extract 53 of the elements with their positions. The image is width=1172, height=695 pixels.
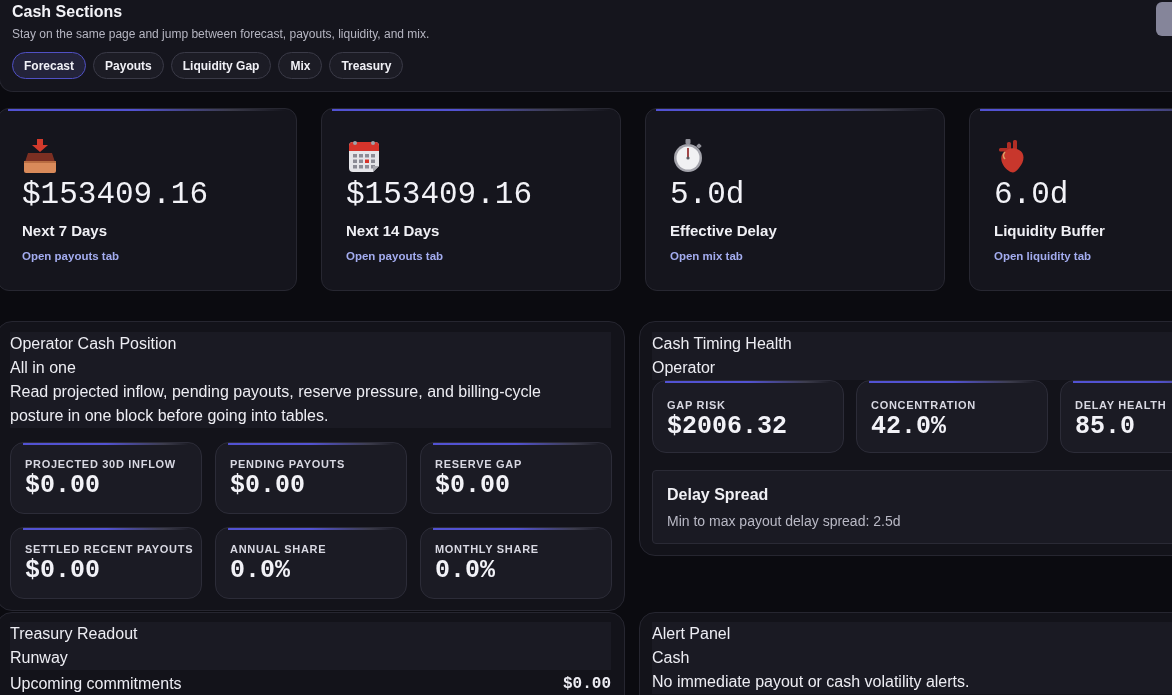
stat-label: DELAY HEALTH [1075, 399, 1167, 412]
section-tab[interactable]: Treasury [329, 52, 404, 79]
panel-title: Alert Panel [652, 624, 732, 644]
stat-value: $2006.32 [667, 412, 788, 442]
section-tab[interactable]: Mix [278, 52, 323, 79]
readout-value: $0.00 [563, 675, 611, 693]
kpi-link[interactable]: Open mix tab [670, 249, 743, 263]
panel-title: Operator Cash Position [10, 334, 178, 354]
panel-subtitle: Cash [652, 648, 691, 668]
kpi-value: 6.0d [994, 176, 1069, 214]
stat-label: ANNUAL SHARE [230, 543, 327, 556]
section-tab[interactable]: Forecast [12, 52, 87, 79]
stat-value: $0.00 [25, 471, 100, 501]
kpi-label: Liquidity Buffer [994, 222, 1105, 240]
stat-label: SETTLED RECENT PAYOUTS [25, 543, 194, 556]
kpi-value: $153409.16 [22, 176, 209, 214]
panel-subtitle: All in one [10, 358, 77, 378]
kpi-link[interactable]: Open payouts tab [22, 249, 120, 263]
stat-label: PENDING PAYOUTS [230, 458, 346, 471]
calendar-icon [346, 138, 382, 174]
stat-value: $0.00 [230, 471, 305, 501]
stat-value: 42.0% [871, 412, 946, 442]
kpi-label: Next 7 Days [22, 222, 108, 240]
alert-message: No immediate payout or cash volatility alerts. [652, 672, 971, 692]
panel-subtitle: Operator [652, 358, 717, 378]
kpi-label: Next 14 Days [346, 222, 440, 240]
stat-value: $0.00 [435, 471, 510, 501]
kpi-link[interactable]: Open liquidity tab [994, 249, 1092, 263]
delay-spread-text: Min to max payout delay spread: 2.5d [667, 512, 902, 530]
kpi-link[interactable]: Open payouts tab [346, 249, 444, 263]
stat-value: 0.0% [435, 556, 495, 586]
section-description: Stay on the same page and jump between forecast, payouts, liquidity, and mix. [12, 26, 431, 42]
panel-description: Read projected inflow, pending payouts, reserve pressure, and billing-cycle posture in one block before going into tables. [10, 382, 542, 426]
kpi-value: $153409.16 [346, 176, 533, 214]
delay-spread-title: Delay Spread [667, 485, 770, 505]
stat-label: CONCENTRATION [871, 399, 976, 412]
panel-title: Cash Timing Health [652, 334, 793, 354]
panel-subtitle: Runway [10, 648, 69, 668]
section-tab[interactable]: Payouts [93, 52, 164, 79]
panel-title: Treasury Readout [10, 624, 139, 644]
stat-value: 85.0 [1075, 412, 1135, 442]
section-tab[interactable]: Liquidity Gap [170, 52, 272, 79]
readout-label: Upcoming commitments [10, 675, 182, 693]
stat-value: 0.0% [230, 556, 290, 586]
stat-label: PROJECTED 30D INFLOW [25, 458, 176, 471]
stat-label: GAP RISK [667, 399, 726, 412]
inbox-tray-icon [22, 138, 58, 174]
kpi-label: Effective Delay [670, 222, 777, 240]
stat-label: RESERVE GAP [435, 458, 522, 471]
section-title: Cash Sections [12, 2, 124, 22]
stat-label: MONTHLY SHARE [435, 543, 539, 556]
stat-value: $0.00 [25, 556, 100, 586]
kpi-value: 5.0d [670, 176, 745, 214]
